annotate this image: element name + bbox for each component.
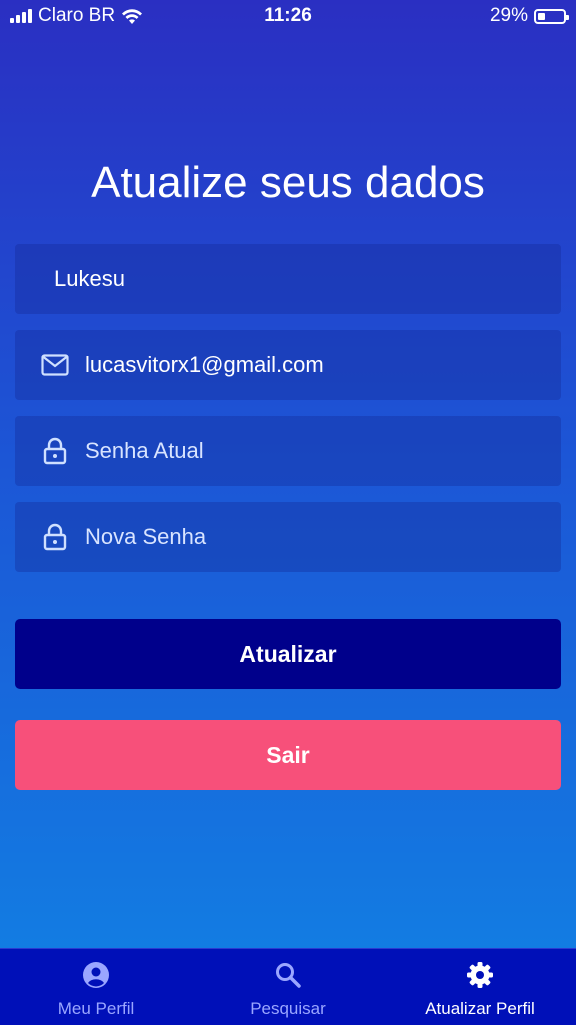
status-right: 29% (489, 5, 569, 27)
battery-percent: 29% (489, 5, 528, 26)
email-field[interactable]: lucasvitorx1@gmail.com (15, 330, 561, 400)
new-password-placeholder: Nova Senha (85, 524, 207, 549)
tab-label: Atualizar Perfil (425, 999, 535, 1018)
battery-icon (534, 8, 569, 24)
lock-icon (41, 437, 69, 465)
tab-meu-perfil[interactable]: Meu Perfil (0, 949, 192, 1025)
logout-button[interactable]: Sair (15, 720, 561, 790)
status-bar: Claro BR 11:26 29% (0, 0, 576, 32)
email-field-value: lucasvitorx1@gmail.com (85, 352, 324, 377)
tab-atualizar-perfil[interactable]: Atualizar Perfil (384, 949, 576, 1025)
tab-label: Pesquisar (250, 999, 326, 1018)
update-button[interactable]: Atualizar (15, 619, 561, 689)
new-password-field[interactable]: Nova Senha (15, 502, 561, 572)
name-field-value: Lukesu (54, 266, 125, 291)
current-password-placeholder: Senha Atual (85, 438, 204, 463)
tab-pesquisar[interactable]: Pesquisar (192, 949, 384, 1025)
tab-bar: Meu Perfil Pesquisar Atualizar Perfil (0, 948, 576, 1025)
tab-label: Meu Perfil (57, 999, 135, 1018)
mail-icon (41, 351, 69, 379)
name-field[interactable]: Lukesu (15, 244, 561, 314)
page-title: Atualize seus dados (91, 158, 485, 207)
gear-icon (466, 961, 494, 989)
user-circle-icon (82, 961, 110, 989)
lock-icon (41, 523, 69, 551)
current-password-field[interactable]: Senha Atual (15, 416, 561, 486)
search-icon (274, 961, 302, 989)
